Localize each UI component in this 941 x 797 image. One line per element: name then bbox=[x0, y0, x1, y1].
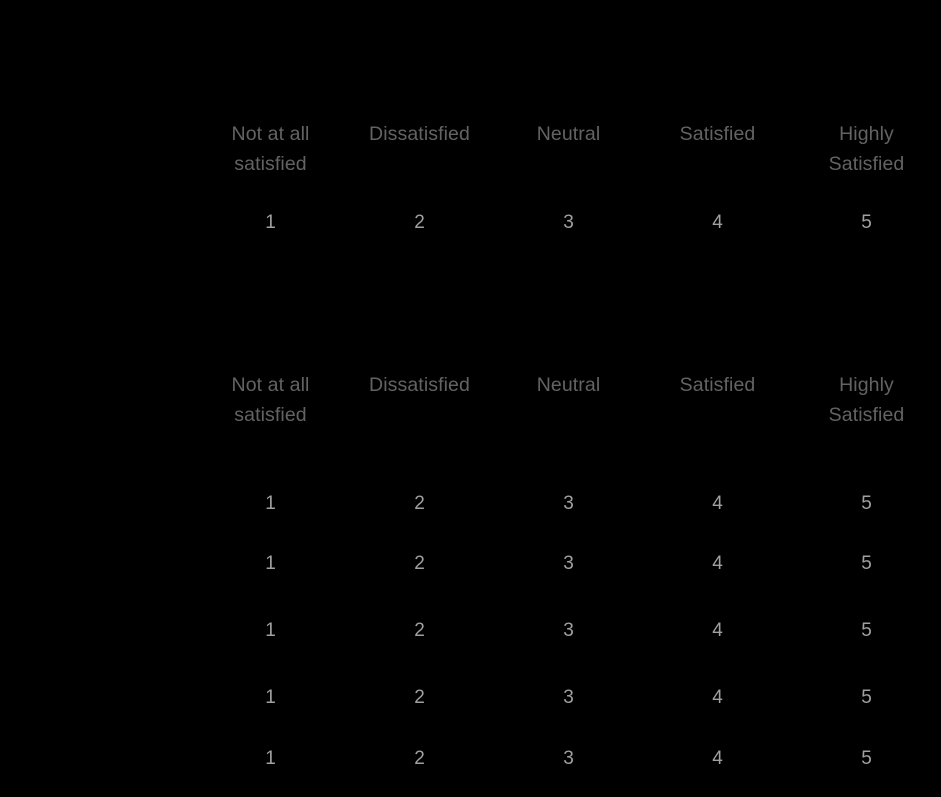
scale-value-3[interactable]: 3 bbox=[494, 552, 643, 576]
scale-value-2[interactable]: 2 bbox=[345, 552, 494, 576]
scale-header-satisfied: Satisfied bbox=[679, 374, 756, 396]
scale-value-1[interactable]: 1 bbox=[196, 211, 345, 235]
scale-header-dissatisfied: Dissatisfied bbox=[369, 374, 470, 396]
scale-header-neutral: Neutral bbox=[536, 123, 601, 145]
scale-value-3[interactable]: 3 bbox=[494, 686, 643, 710]
scale-header-dissatisfied: Dissatisfied bbox=[369, 123, 470, 145]
row-label bbox=[0, 619, 196, 643]
scale-header-not-at-all-satisfied: Not at all satisfied bbox=[231, 374, 310, 426]
scale-header-satisfied: Satisfied bbox=[679, 123, 756, 145]
value-label-gutter-one bbox=[0, 211, 196, 235]
scale-value-3[interactable]: 3 bbox=[494, 619, 643, 643]
row-label bbox=[0, 686, 196, 710]
scale-value-4[interactable]: 4 bbox=[643, 686, 792, 710]
table-row: 1 2 3 4 5 bbox=[0, 552, 941, 576]
scale-value-row-section-one: 1 2 3 4 5 bbox=[0, 211, 941, 235]
scale-value-3[interactable]: 3 bbox=[494, 211, 643, 235]
scale-value-1[interactable]: 1 bbox=[196, 747, 345, 771]
scale-value-1[interactable]: 1 bbox=[196, 552, 345, 576]
table-row: 1 2 3 4 5 bbox=[0, 686, 941, 710]
table-row: 1 2 3 4 5 bbox=[0, 747, 941, 771]
scale-value-5[interactable]: 5 bbox=[792, 492, 941, 516]
scale-value-3[interactable]: 3 bbox=[494, 747, 643, 771]
scale-value-4[interactable]: 4 bbox=[643, 619, 792, 643]
header-label-gutter-one bbox=[0, 119, 196, 179]
scale-value-2[interactable]: 2 bbox=[345, 211, 494, 235]
row-label bbox=[0, 492, 196, 516]
header-label-gutter-two bbox=[0, 370, 196, 430]
scale-value-2[interactable]: 2 bbox=[345, 747, 494, 771]
scale-value-2[interactable]: 2 bbox=[345, 686, 494, 710]
scale-value-3[interactable]: 3 bbox=[494, 492, 643, 516]
scale-value-5[interactable]: 5 bbox=[792, 619, 941, 643]
scale-value-5[interactable]: 5 bbox=[792, 747, 941, 771]
scale-header-neutral: Neutral bbox=[536, 374, 601, 396]
row-label bbox=[0, 747, 196, 771]
table-row: 1 2 3 4 5 bbox=[0, 492, 941, 516]
scale-header-row-section-two: Not at all satisfied Dissatisfied Neutra… bbox=[0, 370, 941, 430]
scale-header-row-section-one: Not at all satisfied Dissatisfied Neutra… bbox=[0, 119, 941, 179]
scale-value-5[interactable]: 5 bbox=[792, 552, 941, 576]
table-row: 1 2 3 4 5 bbox=[0, 619, 941, 643]
row-label bbox=[0, 552, 196, 576]
scale-value-5[interactable]: 5 bbox=[792, 211, 941, 235]
scale-value-4[interactable]: 4 bbox=[643, 747, 792, 771]
satisfaction-survey-scale: Not at all satisfied Dissatisfied Neutra… bbox=[0, 0, 941, 797]
scale-value-1[interactable]: 1 bbox=[196, 619, 345, 643]
scale-header-highly-satisfied: Highly Satisfied bbox=[828, 123, 905, 175]
scale-value-4[interactable]: 4 bbox=[643, 552, 792, 576]
scale-value-1[interactable]: 1 bbox=[196, 492, 345, 516]
scale-value-2[interactable]: 2 bbox=[345, 492, 494, 516]
scale-header-not-at-all-satisfied: Not at all satisfied bbox=[231, 123, 310, 175]
scale-value-1[interactable]: 1 bbox=[196, 686, 345, 710]
scale-value-4[interactable]: 4 bbox=[643, 492, 792, 516]
scale-value-5[interactable]: 5 bbox=[792, 686, 941, 710]
scale-value-2[interactable]: 2 bbox=[345, 619, 494, 643]
scale-header-highly-satisfied: Highly Satisfied bbox=[828, 374, 905, 426]
scale-value-4[interactable]: 4 bbox=[643, 211, 792, 235]
